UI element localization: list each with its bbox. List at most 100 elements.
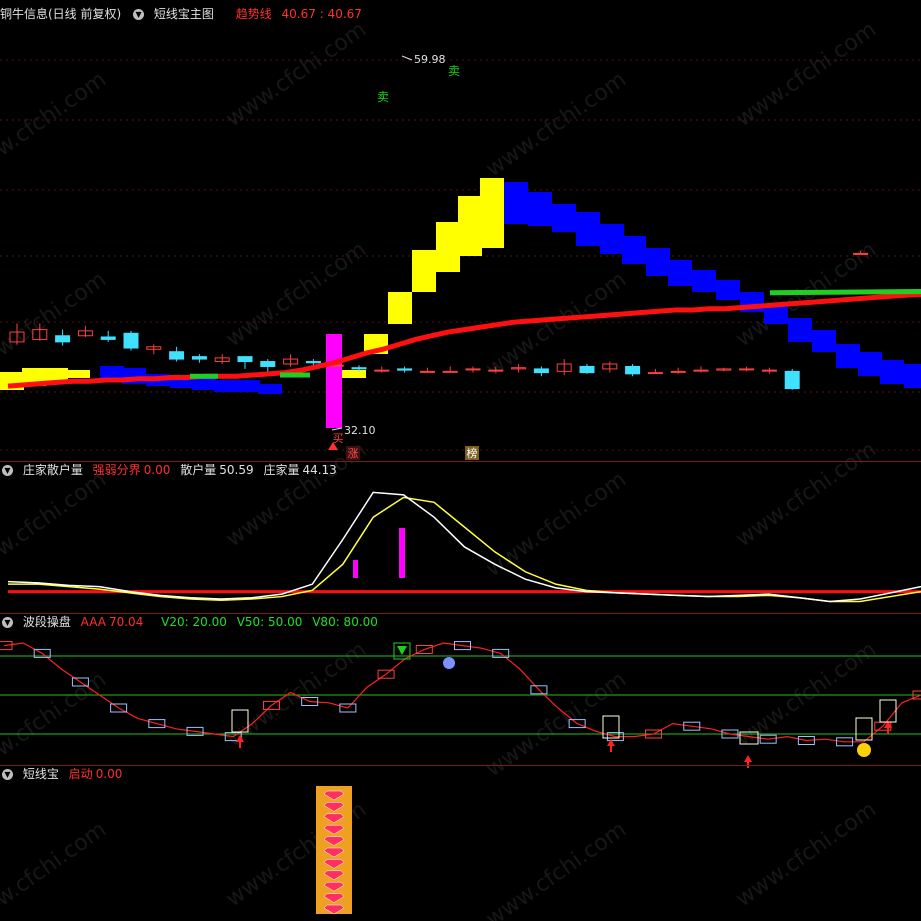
high-price-label: 59.98	[414, 53, 446, 66]
candle	[100, 330, 116, 342]
candle-body	[191, 356, 207, 360]
wave-box	[602, 715, 620, 739]
band-block	[904, 364, 921, 388]
indicator-name[interactable]: 短线宝主图	[154, 7, 214, 21]
candle	[670, 367, 686, 374]
band-block	[600, 224, 624, 254]
candle	[374, 366, 390, 373]
main-chart-header: 铜牛信息(日线 前复权) ▼ 短线宝主图 趋势线 40.67 : 40.67	[0, 5, 368, 23]
band-block	[880, 360, 904, 384]
candle	[602, 361, 618, 373]
band-block	[576, 212, 600, 246]
panel2-field2-value: 50.59	[219, 463, 254, 477]
candle	[260, 359, 276, 372]
low-price-pointer	[331, 427, 343, 431]
panel3-v20: V20: 20.00	[161, 615, 227, 629]
candle-body	[442, 370, 458, 373]
frown-face-icon	[443, 657, 455, 669]
candle	[716, 367, 732, 372]
candle-body	[625, 365, 641, 375]
candle-body	[305, 361, 321, 364]
panel-divider[interactable]	[0, 765, 921, 766]
band-block	[552, 204, 576, 232]
candle	[214, 354, 230, 364]
band-block	[836, 344, 860, 368]
panel4-header: ▼ 短线宝 启动 0.00	[0, 765, 128, 783]
candle	[784, 368, 800, 390]
band-block	[692, 270, 716, 292]
candle	[397, 366, 413, 373]
watermark-text: www.cfchi.com	[0, 817, 111, 921]
candle	[465, 366, 481, 373]
panel2-name[interactable]: 庄家散户量	[23, 463, 83, 477]
candle-body	[488, 369, 504, 372]
candle-body	[784, 370, 800, 390]
watermark-text: www.cfchi.com	[482, 467, 631, 582]
panel3-v50: V50: 50.00	[236, 615, 303, 629]
watermark-text: www.cfchi.com	[0, 67, 111, 182]
candle-body	[853, 252, 869, 255]
low-price-label: 32.10	[344, 424, 376, 437]
watermark-text: www.cfchi.com	[222, 237, 371, 352]
candle-body	[374, 369, 390, 372]
candle	[283, 354, 299, 367]
candle	[693, 366, 709, 373]
candle	[146, 344, 162, 355]
candle-body	[739, 368, 755, 371]
panel2-field1-value: 0.00	[143, 463, 171, 477]
high-price-pointer	[401, 55, 413, 61]
wave-boxes	[0, 641, 921, 747]
panel3-header: ▼ 波段操盘 AAA 70.04 V20: 20.00 V50: 50.00 V8…	[0, 613, 384, 631]
panel4-name[interactable]: 短线宝	[23, 767, 59, 781]
candle	[556, 359, 572, 376]
limit-up-bar	[326, 334, 342, 428]
band-block	[342, 370, 366, 378]
panel2-dropdown-icon[interactable]: ▼	[2, 465, 13, 476]
candle-body	[465, 368, 481, 371]
down-arrow-icon	[397, 646, 407, 655]
watermark-text: www.cfchi.com	[482, 817, 631, 921]
candle	[739, 366, 755, 372]
candle-body	[533, 368, 549, 374]
watermark-text: www.cfchi.com	[482, 67, 631, 182]
panel4-start-label: 启动	[68, 767, 93, 781]
band-block	[788, 318, 812, 342]
signal-bar	[353, 560, 358, 578]
panel2-field3-value: 44.13	[302, 463, 337, 477]
candle-body	[647, 372, 663, 375]
security-title[interactable]: 铜牛信息(日线 前复权)	[0, 7, 121, 21]
panel3-name[interactable]: 波段操盘	[23, 615, 71, 629]
band-block	[436, 222, 460, 272]
band-block	[716, 280, 740, 300]
indicator-dropdown-icon[interactable]: ▼	[133, 9, 145, 20]
candle-body	[693, 369, 709, 372]
trend-values: 40.67 : 40.67	[281, 7, 362, 21]
sell-signal-label: 卖	[448, 64, 460, 78]
band-block	[858, 352, 882, 376]
candle-body	[260, 361, 276, 367]
panel3-v80: V80: 80.00	[312, 615, 378, 629]
panel2-field3-label: 庄家量	[263, 463, 300, 477]
candle-body	[169, 351, 185, 360]
trend-line-green-segment	[769, 289, 921, 296]
panel2-header: ▼ 庄家散户量 强弱分界 0.00 散户量 50.59 庄家量 44.13	[0, 461, 343, 479]
rise-badge-label: 涨	[348, 447, 359, 460]
candle-body	[100, 336, 116, 340]
candle	[55, 329, 71, 346]
candle	[123, 330, 139, 351]
trend-label: 趋势线	[235, 7, 272, 21]
panel2-field2-label: 散户量	[180, 463, 217, 477]
candle-body	[397, 368, 413, 371]
candle-body	[670, 370, 686, 373]
band-block	[622, 236, 646, 264]
band-block	[214, 380, 238, 392]
band-block	[412, 250, 436, 292]
panel4-dropdown-icon[interactable]: ▼	[2, 769, 13, 780]
candle-body	[237, 356, 253, 363]
candle-body	[123, 332, 139, 349]
buy-arrow-icon	[744, 755, 752, 762]
panel3-dropdown-icon[interactable]: ▼	[2, 617, 13, 628]
buy-signal-label: 买	[333, 432, 344, 445]
signal-bar	[399, 528, 405, 578]
candle-body	[579, 365, 595, 374]
